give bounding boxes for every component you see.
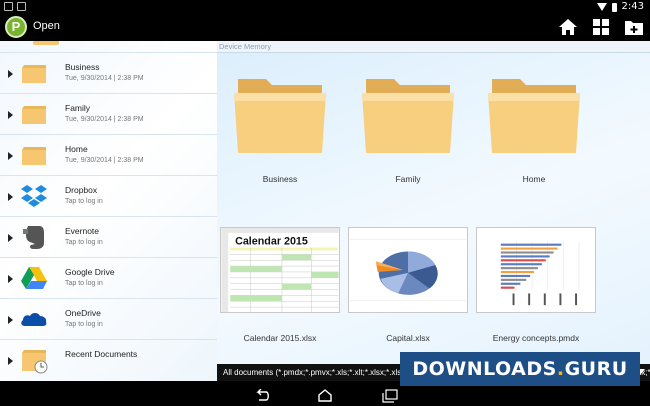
- sidebar-item-label: Business: [65, 62, 100, 72]
- sidebar-item-recent-documents[interactable]: Recent Documents: [0, 340, 217, 381]
- sidebar-item-date: Tue, 9/30/2014 | 2:38 PM: [65, 75, 144, 82]
- expand-arrow-icon[interactable]: [8, 193, 13, 201]
- folder-icon: [362, 79, 454, 153]
- watermark-text: DOWNLOADS: [412, 358, 557, 380]
- sidebar-item-google-drive[interactable]: Google Drive Tap to log in: [0, 258, 217, 299]
- home-icon[interactable]: [558, 18, 578, 36]
- folder-icon: [22, 106, 46, 124]
- sidebar-item-label: Google Drive: [65, 267, 115, 277]
- app-logo-icon[interactable]: P: [5, 16, 27, 38]
- tile-label: Business: [262, 174, 298, 184]
- sidebar-item-label: Recent Documents: [65, 349, 138, 359]
- spreadsheet-thumbnail: Calendar 2015: [220, 227, 340, 313]
- sidebar-item-status: Tap to log in: [65, 239, 103, 246]
- tile-label: Capital.xlsx: [386, 333, 430, 343]
- recent-documents-icon: [22, 350, 48, 374]
- folder-tile-family[interactable]: Family: [345, 69, 471, 189]
- pie-chart-thumbnail: [348, 227, 468, 313]
- home-nav-icon[interactable]: [316, 389, 334, 403]
- folder-icon: [234, 79, 326, 153]
- expand-arrow-icon[interactable]: [8, 152, 13, 160]
- tile-label: Family: [395, 174, 421, 184]
- folder-icon: [22, 147, 46, 165]
- location-label: Device Memory: [217, 41, 650, 53]
- watermark-logo: DOWNLOADS.GURU: [400, 352, 640, 386]
- sidebar-item-date: Tue, 9/30/2014 | 2:38 PM: [65, 116, 144, 123]
- file-tile-calendar-2015[interactable]: Calendar 2015 Calendar 2015.xlsx: [217, 227, 343, 347]
- page-title: Open: [33, 20, 60, 32]
- sidebar-item-onedrive[interactable]: OneDrive Tap to log in: [0, 299, 217, 340]
- download-notification-icon: [17, 2, 26, 11]
- sidebar: Business Tue, 9/30/2014 | 2:38 PM Family…: [0, 41, 217, 381]
- folder-icon: [33, 41, 59, 45]
- sidebar-item-business[interactable]: Business Tue, 9/30/2014 | 2:38 PM: [0, 53, 217, 94]
- action-bar: P Open: [0, 14, 650, 41]
- expand-arrow-icon[interactable]: [8, 111, 13, 119]
- battery-icon: [611, 2, 617, 12]
- evernote-icon: [23, 226, 44, 249]
- sidebar-item-family[interactable]: Family Tue, 9/30/2014 | 2:38 PM: [0, 94, 217, 135]
- status-bar: 2:43: [0, 0, 650, 14]
- status-time: 2:43: [621, 1, 644, 12]
- sidebar-item-date: Tue, 9/30/2014 | 2:38 PM: [65, 157, 144, 164]
- dropbox-icon: [21, 185, 47, 207]
- sidebar-item-label: OneDrive: [65, 308, 101, 318]
- sidebar-item-dropbox[interactable]: Dropbox Tap to log in: [0, 176, 217, 217]
- bar-chart-thumbnail: [476, 227, 596, 313]
- notification-icon: [4, 2, 13, 11]
- watermark-text: GURU: [564, 358, 628, 380]
- folder-tile-business[interactable]: Business: [217, 69, 343, 189]
- sidebar-item-evernote[interactable]: Evernote Tap to log in: [0, 217, 217, 258]
- folder-icon: [488, 79, 580, 153]
- tile-label: Energy concepts.pmdx: [492, 333, 580, 343]
- expand-arrow-icon[interactable]: [8, 316, 13, 324]
- grid-view-icon[interactable]: [591, 18, 611, 36]
- tile-label: Calendar 2015.xlsx: [243, 333, 317, 343]
- onedrive-icon: [21, 313, 47, 326]
- thumb-title: Calendar 2015: [235, 236, 308, 248]
- wifi-icon: [596, 3, 607, 11]
- watermark-dot: .: [556, 358, 565, 380]
- recent-apps-icon[interactable]: [381, 389, 399, 403]
- google-drive-icon: [21, 267, 47, 289]
- expand-arrow-icon[interactable]: [8, 234, 13, 242]
- sidebar-item-label: Dropbox: [65, 185, 98, 195]
- tile-label: Home: [522, 174, 546, 184]
- sidebar-item-status: Tap to log in: [65, 198, 103, 205]
- sidebar-item-status: Tap to log in: [65, 321, 103, 328]
- back-icon[interactable]: [253, 389, 271, 403]
- file-browser: Device Memory Business Family Home Calen…: [217, 41, 650, 364]
- file-tile-capital[interactable]: Capital.xlsx: [345, 227, 471, 347]
- file-tile-energy-concepts[interactable]: Energy concepts.pmdx: [473, 227, 599, 347]
- sidebar-item-home[interactable]: Home Tue, 9/30/2014 | 2:38 PM: [0, 135, 217, 176]
- notification-icons: [4, 2, 26, 11]
- sidebar-item-label: Family: [65, 103, 91, 113]
- new-folder-icon[interactable]: [624, 18, 644, 36]
- expand-arrow-icon[interactable]: [8, 275, 13, 283]
- sidebar-item-label: Home: [65, 144, 88, 154]
- sidebar-item-status: Tap to log in: [65, 280, 103, 287]
- folder-icon: [22, 65, 46, 83]
- navigation-bar: [0, 386, 650, 406]
- expand-arrow-icon[interactable]: [8, 70, 13, 78]
- expand-arrow-icon[interactable]: [8, 357, 13, 365]
- sidebar-item-label: Evernote: [65, 226, 100, 236]
- folder-tile-home[interactable]: Home: [471, 69, 597, 189]
